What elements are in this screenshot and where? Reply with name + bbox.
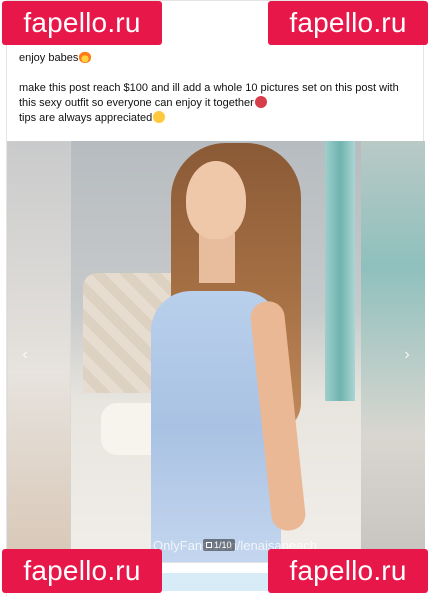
person-figure (141, 141, 311, 562)
footer-bar[interactable] (157, 573, 277, 591)
gallery-icon (206, 542, 212, 548)
caption-line-2: make this post reach $100 and ill add a … (19, 82, 399, 109)
image-counter: 1/10 (203, 539, 235, 551)
site-logo-badge: fapello.ru (2, 1, 162, 45)
next-arrow-icon[interactable]: › (397, 345, 417, 365)
post-card: enjoy babes make this post reach $100 an… (6, 0, 425, 596)
caption-line: enjoy babes (19, 51, 415, 66)
site-logo-badge: fapello.ru (2, 549, 162, 593)
caption-line-1: enjoy babes (19, 52, 79, 64)
site-logo-badge: fapello.ru (268, 1, 428, 45)
kiss-icon (153, 111, 166, 123)
media-carousel[interactable]: ‹ › OnlyFans.com/lenaisapeach 1/10 (7, 141, 425, 562)
counter-text: 1/10 (214, 540, 232, 550)
site-logo-badge: fapello.ru (268, 549, 428, 593)
fire-icon (79, 51, 92, 63)
face (186, 161, 246, 239)
devil-icon (254, 96, 267, 108)
neck (199, 233, 235, 283)
prev-arrow-icon[interactable]: ‹ (15, 345, 35, 365)
post-caption: enjoy babes make this post reach $100 an… (19, 51, 415, 126)
curtain (325, 141, 355, 401)
caption-line: make this post reach $100 and ill add a … (19, 81, 415, 111)
caption-line-3: tips are always appreciated (19, 112, 153, 124)
post-photo[interactable] (71, 141, 361, 562)
caption-line: tips are always appreciated (19, 111, 415, 126)
